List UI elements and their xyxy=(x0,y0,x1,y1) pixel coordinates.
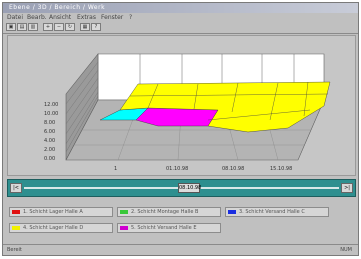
legend-item[interactable]: 3. Schicht Versand Halle C xyxy=(225,207,329,217)
slider-start-button[interactable]: |< xyxy=(10,183,22,193)
chart-icon[interactable]: ▦ xyxy=(80,23,90,31)
y-tick-label: 4.00 xyxy=(44,138,55,144)
legend-swatch xyxy=(120,210,128,214)
legend-item[interactable]: 1. Schicht Lager Halle A xyxy=(9,207,113,217)
legend-label: 3. Schicht Versand Halle C xyxy=(239,209,305,215)
save-icon[interactable]: ▤ xyxy=(17,23,27,31)
slider-end-button[interactable]: >| xyxy=(341,183,353,193)
menu-view[interactable]: Ansicht xyxy=(49,14,71,21)
y-tick-label: 2.00 xyxy=(44,147,55,153)
y-tick-label: 8.00 xyxy=(44,120,55,126)
y-tick-label: 12.00 xyxy=(44,102,58,108)
legend-label: 4. Schicht Lager Halle D xyxy=(23,225,84,231)
title-bar: Ebene / 3D / Bereich / Werk xyxy=(3,3,358,13)
legend-swatch xyxy=(12,226,20,230)
status-text: Bereit xyxy=(7,247,22,253)
legend-swatch xyxy=(12,210,20,214)
y-tick-label: 10.00 xyxy=(44,111,58,117)
status-num: NUM xyxy=(340,247,352,253)
time-slider[interactable]: |< >| 08.10.98 xyxy=(7,179,356,197)
y-axis-ticks: 12.00 10.00 8.00 6.00 4.00 2.00 0.00 xyxy=(44,102,58,162)
menu-window[interactable]: Fenster xyxy=(101,14,123,21)
legend-label: 2. Schicht Montage Halle B xyxy=(131,209,199,215)
legend: 1. Schicht Lager Halle A 2. Schicht Mont… xyxy=(7,201,356,237)
print-icon[interactable]: ▥ xyxy=(28,23,38,31)
y-tick-label: 0.00 xyxy=(44,156,55,162)
status-bar: Bereit NUM xyxy=(3,244,358,255)
slider-thumb[interactable]: 08.10.98 xyxy=(178,183,201,193)
x-tick-label: 01.10.98 xyxy=(166,166,188,172)
open-icon[interactable]: ▣ xyxy=(6,23,16,31)
x-tick-label: 08.10.98 xyxy=(222,166,244,172)
help-icon[interactable]: ? xyxy=(91,23,101,31)
menu-bar: Datei Bearb. Ansicht Extras Fenster ? xyxy=(3,13,358,22)
3d-surface-plot[interactable]: 12.00 10.00 8.00 6.00 4.00 2.00 0.00 1 0… xyxy=(7,35,356,176)
legend-item[interactable]: 2. Schicht Montage Halle B xyxy=(117,207,221,217)
legend-swatch xyxy=(228,210,236,214)
toolbar: ▣ ▤ ▥ + − ↻ ▦ ? xyxy=(3,22,358,34)
plot-canvas: 12.00 10.00 8.00 6.00 4.00 2.00 0.00 1 0… xyxy=(44,53,331,172)
menu-tools[interactable]: Extras xyxy=(77,14,96,21)
legend-swatch xyxy=(120,226,128,230)
window-title: Ebene / 3D / Bereich / Werk xyxy=(9,4,106,11)
legend-item[interactable]: 4. Schicht Lager Halle D xyxy=(9,223,113,233)
legend-label: 5. Schicht Versand Halle E xyxy=(131,225,197,231)
x-axis-ticks: 1 01.10.98 08.10.98 15.10.98 xyxy=(114,166,292,172)
y-tick-label: 6.00 xyxy=(44,129,55,135)
application-window: Ebene / 3D / Bereich / Werk Datei Bearb.… xyxy=(2,2,359,256)
x-tick-label: 15.10.98 xyxy=(270,166,292,172)
legend-item[interactable]: 5. Schicht Versand Halle E xyxy=(117,223,221,233)
menu-edit[interactable]: Bearb. xyxy=(27,14,47,21)
zoom-in-icon[interactable]: + xyxy=(43,23,53,31)
rotate-icon[interactable]: ↻ xyxy=(65,23,75,31)
menu-help[interactable]: ? xyxy=(129,14,132,21)
surface-magenta xyxy=(135,107,219,127)
legend-label: 1. Schicht Lager Halle A xyxy=(23,209,83,215)
zoom-out-icon[interactable]: − xyxy=(54,23,64,31)
menu-file[interactable]: Datei xyxy=(7,14,23,21)
x-tick-label: 1 xyxy=(114,166,117,172)
